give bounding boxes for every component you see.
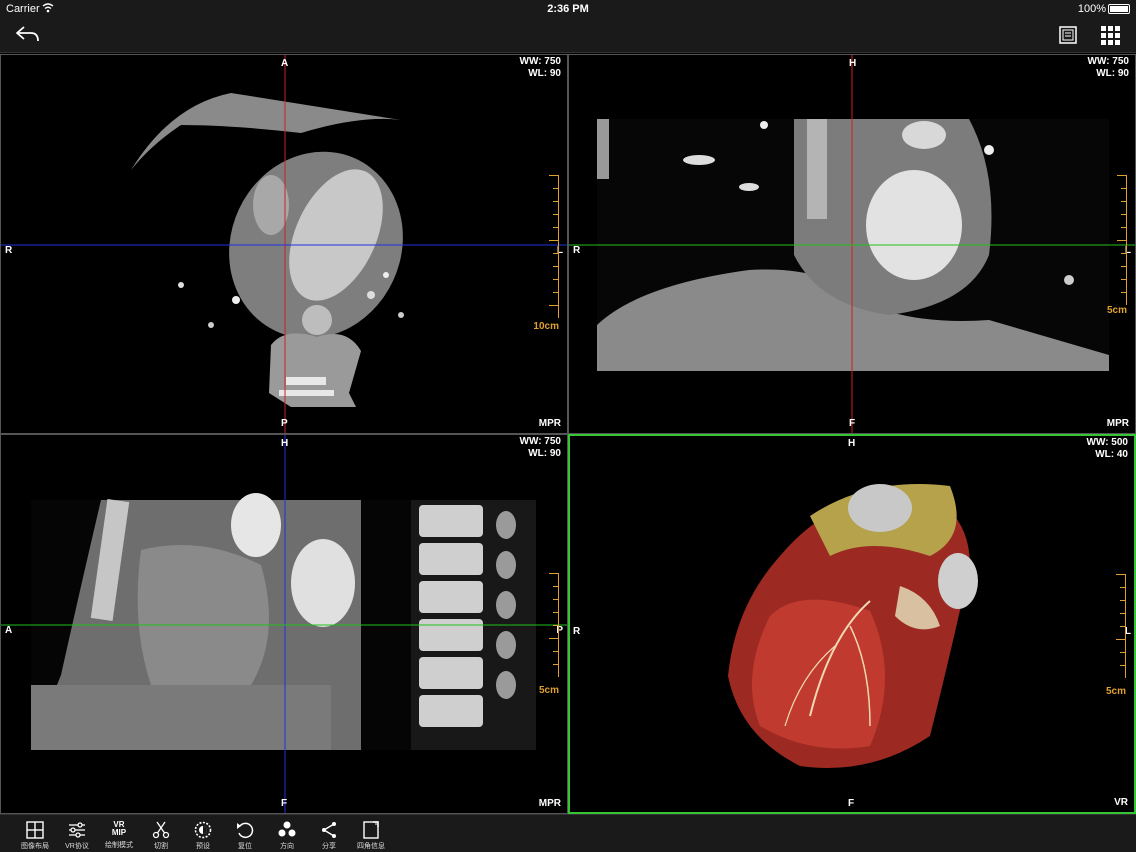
reset-icon <box>237 822 254 839</box>
window-level: WL: 90 <box>528 68 561 79</box>
viewport-volume-render[interactable]: WW: 500 WL: 40 H F R L 5cm VR <box>568 434 1136 814</box>
orientation-left: A <box>5 625 13 636</box>
window-level-info: WW: 750 WL: 90 <box>520 436 562 460</box>
scissors-icon <box>152 821 170 839</box>
orientation-bottom: F <box>848 798 855 809</box>
tool-label: 四角信息 <box>357 843 385 850</box>
tool-label: 绘制模式 <box>105 842 133 849</box>
tool-label: 切割 <box>154 843 168 850</box>
axial-ct-image[interactable] <box>1 55 568 434</box>
bottom-toolbar: 图像布局 VR协议 VR MIP 绘制模式 切割 预设 复位 方向 分享 四角信息 <box>0 814 1136 852</box>
status-bar: Carrier 2:36 PM 100% <box>0 0 1136 18</box>
orientation-top: H <box>849 58 857 69</box>
preset-icon <box>194 821 212 839</box>
viewport-coronal[interactable]: WW: 750 WL: 90 H F R L 5cm MPR <box>568 54 1136 434</box>
back-icon[interactable] <box>14 22 42 46</box>
orientation-bottom: F <box>849 418 856 429</box>
vr-protocol-button[interactable]: VR协议 <box>56 815 98 852</box>
coronal-ct-image[interactable] <box>569 55 1136 434</box>
vr-mip-icon: VR MIP <box>111 820 127 837</box>
tool-label: VR协议 <box>65 843 89 850</box>
nav-bar <box>0 18 1136 53</box>
orientation-icon <box>278 821 296 837</box>
orientation-top: H <box>848 438 856 449</box>
single-view-icon[interactable] <box>1056 23 1080 47</box>
orientation-bottom: F <box>281 798 288 809</box>
render-mode: MPR <box>1106 418 1129 429</box>
window-level: WL: 40 <box>1095 449 1128 460</box>
volume-render-image[interactable] <box>570 436 1134 812</box>
layout-icon <box>26 821 44 839</box>
corner-info-icon <box>363 821 379 839</box>
scale-ruler <box>549 175 559 318</box>
render-mode: VR <box>1114 797 1128 808</box>
window-level-info: WW: 500 WL: 40 <box>1087 437 1129 461</box>
reset-button[interactable]: 复位 <box>224 815 266 852</box>
render-mode-button[interactable]: VR MIP 绘制模式 <box>98 815 140 852</box>
orientation-left: R <box>573 626 581 637</box>
tool-label: 分享 <box>322 843 336 850</box>
orientation-top: A <box>281 58 289 69</box>
scale-ruler <box>549 573 559 677</box>
preset-button[interactable]: 预设 <box>182 815 224 852</box>
orientation-left: R <box>5 245 13 256</box>
corner-info-button[interactable]: 四角信息 <box>350 815 392 852</box>
scale-ruler <box>1116 574 1126 678</box>
sagittal-ct-image[interactable] <box>1 435 568 814</box>
window-width: WW: 500 <box>1086 437 1129 448</box>
window-level-info: WW: 750 WL: 90 <box>520 56 562 80</box>
window-width: WW: 750 <box>519 436 562 447</box>
tool-label: 复位 <box>238 843 252 850</box>
render-mode: MPR <box>538 418 561 429</box>
scale-label: 5cm <box>1105 686 1126 697</box>
orientation-bottom: P <box>281 418 288 429</box>
clock: 2:36 PM <box>547 3 589 15</box>
scale-label: 5cm <box>538 685 559 696</box>
tool-label: 图像布局 <box>21 843 49 850</box>
battery-percent: 100% <box>1077 3 1106 15</box>
orientation-left: R <box>573 245 581 256</box>
battery-icon <box>1108 4 1130 14</box>
render-mode: MPR <box>538 798 561 809</box>
share-button[interactable]: 分享 <box>308 815 350 852</box>
window-width: WW: 750 <box>1087 56 1130 67</box>
window-width: WW: 750 <box>519 56 562 67</box>
scale-label: 10cm <box>533 321 559 332</box>
window-level: WL: 90 <box>528 448 561 459</box>
share-icon <box>322 822 336 838</box>
scale-ruler <box>1117 175 1127 305</box>
cut-button[interactable]: 切割 <box>140 815 182 852</box>
viewport-axial[interactable]: WW: 750 WL: 90 A P R L 10cm MPR <box>0 54 568 434</box>
orientation-button[interactable]: 方向 <box>266 815 308 852</box>
viewport-sagittal[interactable]: WW: 750 WL: 90 H F A P 5cm MPR <box>0 434 568 814</box>
tool-label: 方向 <box>280 843 294 850</box>
window-level-info: WW: 750 WL: 90 <box>1088 56 1130 80</box>
window-level: WL: 90 <box>1096 68 1129 79</box>
sliders-icon <box>69 822 85 838</box>
tool-label: 预设 <box>196 843 210 850</box>
scale-label: 5cm <box>1106 305 1127 316</box>
orientation-top: H <box>281 438 289 449</box>
layout-button[interactable]: 图像布局 <box>14 815 56 852</box>
grid-view-icon[interactable] <box>1098 23 1122 47</box>
